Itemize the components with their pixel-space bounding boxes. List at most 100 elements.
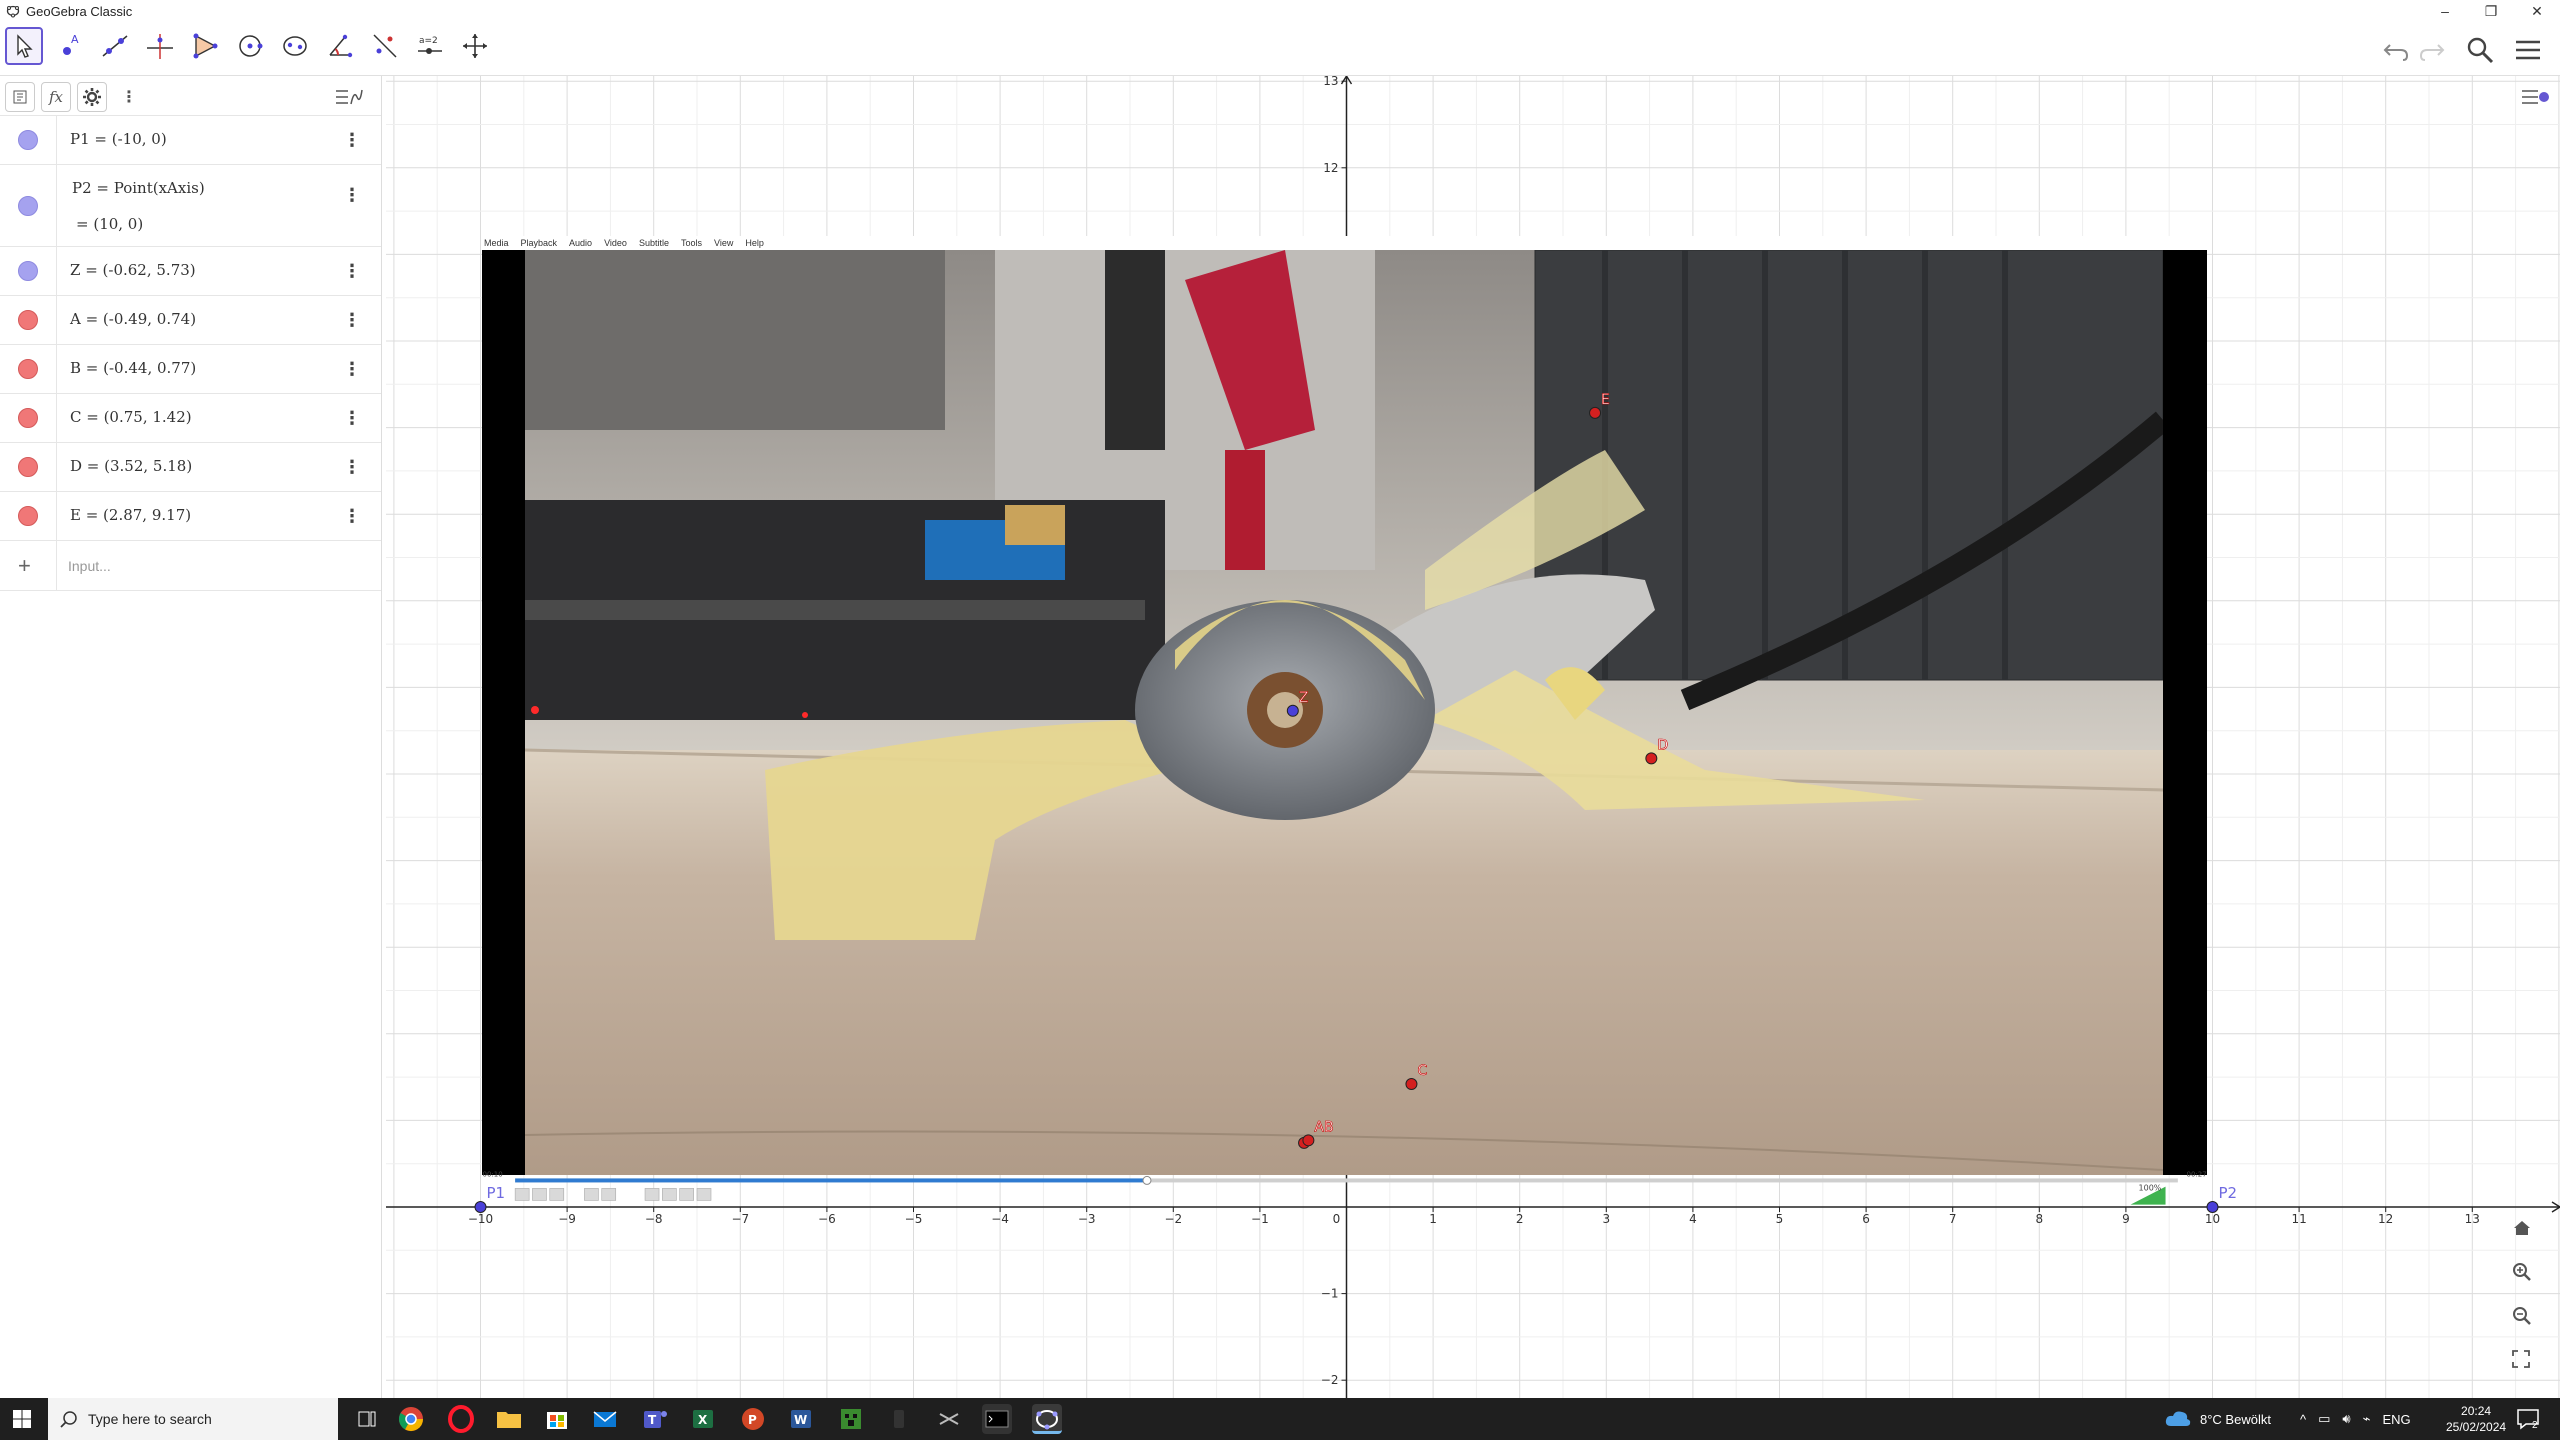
algebra-row-p2[interactable]: P2 = Point(xAxis) = (10, 0) ⋮ — [0, 165, 381, 247]
geogebra-app-icon[interactable] — [1032, 1404, 1062, 1434]
slider-tool-button[interactable]: a=2 — [411, 27, 449, 65]
algebra-expression-p1[interactable]: P1 = (-10, 0) — [70, 130, 167, 148]
video-menu-help[interactable]: Help — [745, 238, 764, 248]
teams-app-icon[interactable]: T — [640, 1404, 670, 1434]
visibility-toggle-p2[interactable] — [18, 195, 38, 216]
row-menu-button[interactable]: ⋮ — [343, 310, 361, 331]
algebra-expression-z[interactable]: Z = (-0.62, 5.73) — [70, 261, 196, 279]
row-menu-button[interactable]: ⋮ — [343, 185, 361, 206]
algebra-row-b[interactable]: B = (-0.44, 0.77) ⋮ — [0, 345, 381, 394]
row-menu-button[interactable]: ⋮ — [343, 408, 361, 429]
redo-button[interactable] — [2414, 32, 2450, 68]
algebra-row-z[interactable]: Z = (-0.62, 5.73) ⋮ — [0, 247, 381, 296]
algebra-row-e[interactable]: E = (2.87, 9.17) ⋮ — [0, 492, 381, 541]
video-player[interactable]: Media Playback Audio Video Subtitle Tool… — [482, 236, 2207, 1182]
taskbar-app-dark-icon[interactable] — [884, 1404, 914, 1434]
algebra-input-field[interactable]: Input... — [68, 558, 111, 574]
algebra-row-a[interactable]: A = (-0.49, 0.74) ⋮ — [0, 296, 381, 345]
close-button[interactable]: ✕ — [2514, 0, 2560, 22]
row-menu-button[interactable]: ⋮ — [343, 506, 361, 527]
algebra-expression-b[interactable]: B = (-0.44, 0.77) — [70, 359, 196, 377]
file-explorer-app-icon[interactable] — [494, 1404, 524, 1434]
hamburger-menu-icon — [2516, 40, 2540, 60]
algebra-settings-button[interactable] — [77, 82, 107, 112]
volume-icon[interactable]: 🔊︎ — [2342, 1411, 2350, 1427]
row-menu-button[interactable]: ⋮ — [343, 261, 361, 282]
video-menu-tools[interactable]: Tools — [681, 238, 702, 248]
minecraft-app-icon[interactable] — [836, 1404, 866, 1434]
clock[interactable]: 20:24 25/02/2024 — [2446, 1398, 2506, 1440]
row-menu-button[interactable]: ⋮ — [343, 130, 361, 151]
notification-center-button[interactable]: 2 — [2516, 1398, 2539, 1440]
visibility-toggle-b[interactable] — [18, 359, 38, 379]
show-hidden-icons-chevron-icon[interactable]: ^ — [2300, 1412, 2306, 1427]
windows-start-icon[interactable] — [12, 1409, 32, 1429]
algebra-more-button[interactable]: ⋮ — [114, 82, 144, 112]
add-icon[interactable]: + — [18, 553, 31, 579]
visibility-toggle-a[interactable] — [18, 310, 38, 330]
main-menu-button[interactable] — [2510, 32, 2546, 68]
minimize-button[interactable]: – — [2422, 0, 2468, 22]
perpendicular-line-tool-button[interactable] — [141, 27, 179, 65]
powerpoint-app-icon[interactable]: P — [738, 1404, 768, 1434]
excel-app-icon[interactable]: X — [688, 1404, 718, 1434]
row-menu-button[interactable]: ⋮ — [343, 457, 361, 478]
algebra-expression-e[interactable]: E = (2.87, 9.17) — [70, 506, 191, 524]
angle-tool-button[interactable] — [321, 27, 359, 65]
reflect-tool-button[interactable] — [366, 27, 404, 65]
word-app-icon[interactable]: W — [786, 1404, 816, 1434]
fullscreen-button[interactable] — [2512, 1350, 2542, 1380]
point-tool-button[interactable]: A — [51, 27, 89, 65]
chrome-app-icon[interactable] — [396, 1404, 426, 1434]
algebra-row-c[interactable]: C = (0.75, 1.42) ⋮ — [0, 394, 381, 443]
battery-icon[interactable]: ▭ — [2318, 1411, 2330, 1427]
algebra-definition-p2[interactable]: P2 = Point(xAxis) — [72, 179, 205, 197]
algebra-expression-a[interactable]: A = (-0.49, 0.74) — [70, 310, 196, 328]
standard-view-button[interactable] — [2512, 1218, 2542, 1248]
algebra-row-p1[interactable]: P1 = (-10, 0) ⋮ — [0, 116, 381, 165]
video-menu-playback[interactable]: Playback — [521, 238, 558, 248]
algebra-view-toggle-button[interactable] — [5, 82, 35, 112]
video-menu-view[interactable]: View — [714, 238, 733, 248]
store-app-icon[interactable] — [542, 1404, 572, 1434]
circle-tool-button[interactable] — [231, 27, 269, 65]
move-graphics-tool-button[interactable] — [456, 27, 494, 65]
algebra-input-row[interactable]: + Input... — [0, 541, 381, 591]
taskbar-search-box[interactable]: Type here to search — [48, 1398, 338, 1440]
graphics-style-bar-button[interactable] — [2520, 86, 2550, 116]
video-menu-media[interactable]: Media — [484, 238, 509, 248]
graphics-view[interactable]: −10 −9 −8 −7 −6 −5 −4 −3 −2 −1 0 1 2 3 4 5 6 7 8 9 10 11 12 13 1… — [386, 76, 2560, 1398]
sort-algebra-button[interactable] — [334, 82, 364, 112]
language-indicator[interactable]: ENG — [2382, 1412, 2410, 1427]
video-menu-video[interactable]: Video — [604, 238, 627, 248]
task-view-button[interactable] — [352, 1404, 388, 1434]
geogebra-icon — [1036, 1410, 1058, 1430]
video-menu-subtitle[interactable]: Subtitle — [639, 238, 669, 248]
undo-button[interactable] — [2378, 32, 2414, 68]
algebra-row-d[interactable]: D = (3.52, 5.18) ⋮ — [0, 443, 381, 492]
video-menu-audio[interactable]: Audio — [569, 238, 592, 248]
snipping-tool-app-icon[interactable] — [934, 1404, 964, 1434]
search-button[interactable] — [2462, 32, 2498, 68]
network-icon[interactable]: ⌁ — [2363, 1411, 2371, 1427]
move-tool-button[interactable] — [5, 27, 43, 65]
algebra-expression-d[interactable]: D = (3.52, 5.18) — [70, 457, 192, 475]
visibility-toggle-c[interactable] — [18, 408, 38, 428]
mail-app-icon[interactable] — [590, 1404, 620, 1434]
function-input-button[interactable]: fx — [41, 82, 71, 112]
zoom-in-button[interactable] — [2512, 1262, 2542, 1292]
terminal-app-icon[interactable] — [982, 1404, 1012, 1434]
visibility-toggle-z[interactable] — [18, 261, 38, 281]
ellipse-tool-button[interactable] — [276, 27, 314, 65]
weather-widget[interactable]: 8°C Bewölkt — [2164, 1398, 2271, 1440]
opera-app-icon[interactable] — [446, 1404, 476, 1434]
visibility-toggle-d[interactable] — [18, 457, 38, 477]
visibility-toggle-p1[interactable] — [18, 130, 38, 150]
polygon-tool-button[interactable] — [186, 27, 224, 65]
algebra-expression-c[interactable]: C = (0.75, 1.42) — [70, 408, 192, 426]
line-tool-button[interactable] — [96, 27, 134, 65]
maximize-button[interactable]: ❐ — [2468, 0, 2514, 22]
row-menu-button[interactable]: ⋮ — [343, 359, 361, 380]
zoom-out-button[interactable] — [2512, 1306, 2542, 1336]
visibility-toggle-e[interactable] — [18, 506, 38, 526]
